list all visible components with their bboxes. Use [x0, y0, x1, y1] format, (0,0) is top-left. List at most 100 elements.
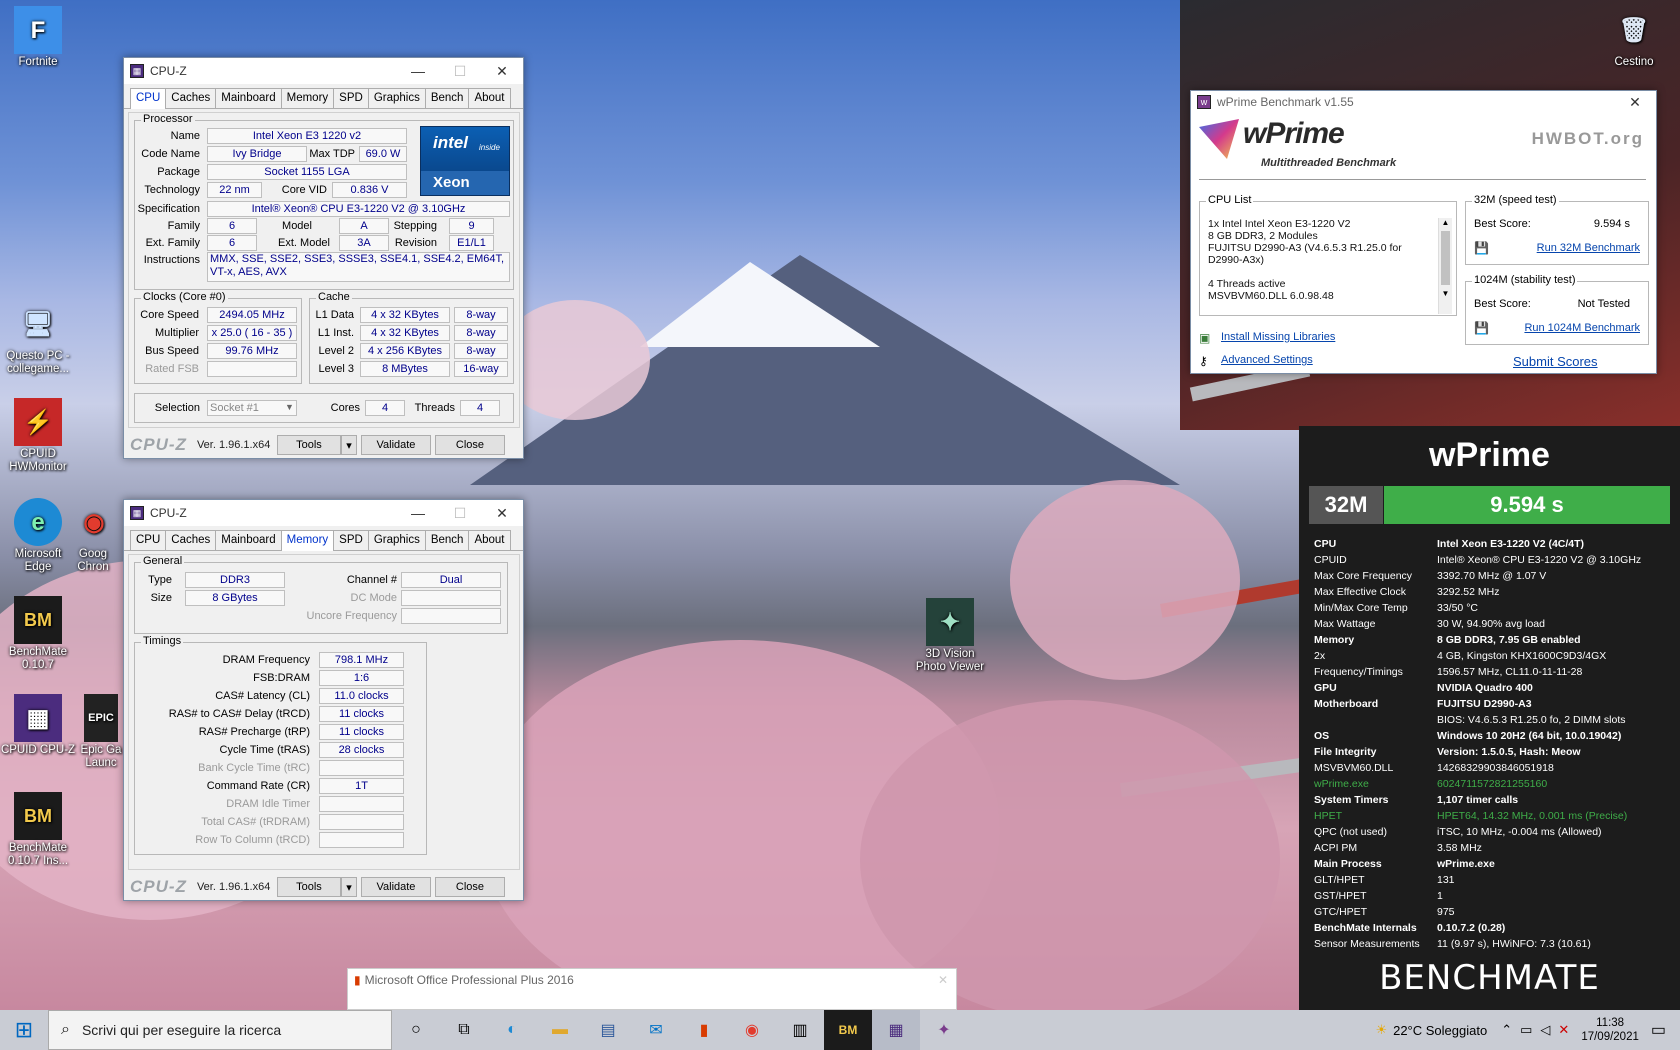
tools-dropdown-button[interactable]: ▾ — [340, 877, 357, 897]
tab-caches[interactable]: Caches — [165, 88, 217, 108]
close-icon[interactable]: ✕ — [938, 973, 948, 987]
maximize-button[interactable]: ☐ — [439, 63, 481, 80]
close-window-button[interactable]: ✕ — [481, 505, 523, 522]
scroll-up-icon[interactable]: ▲ — [1439, 218, 1452, 227]
close-window-button[interactable]: ✕ — [481, 63, 523, 80]
desktop-icon-3d-vision[interactable]: ✦ 3D Vision Photo Viewer — [912, 598, 988, 674]
tab-spd[interactable]: SPD — [333, 88, 369, 108]
close-button[interactable]: Close — [434, 877, 505, 897]
cpuz-taskbar-icon[interactable]: ▦ — [872, 1010, 920, 1050]
desktop-icon-epic[interactable]: EPIC Epic Ga Launc — [78, 694, 124, 770]
ext-model-label: Ext. Model — [278, 237, 330, 249]
tab-caches[interactable]: Caches — [165, 530, 217, 550]
store-icon[interactable]: ▤ — [584, 1010, 632, 1050]
tab-bench[interactable]: Bench — [424, 88, 470, 108]
ext-family-value: 6 — [207, 235, 257, 251]
save-icon[interactable]: 💾 — [1474, 321, 1489, 335]
advanced-settings-link[interactable]: Advanced Settings — [1221, 354, 1313, 366]
tab-memory[interactable]: Memory — [280, 88, 335, 108]
title-bar: ▦ CPU-Z — ☐ ✕ — [124, 500, 523, 526]
benchmate-taskbar-icon[interactable]: BM — [824, 1010, 872, 1050]
tab-cpu[interactable]: CPU — [130, 530, 167, 550]
submit-scores-link[interactable]: Submit Scores — [1513, 354, 1598, 369]
windows-start-button[interactable]: ⊞ — [0, 1010, 48, 1050]
cortana-icon[interactable]: ○ — [392, 1010, 440, 1050]
detail-label: System Timers — [1314, 794, 1389, 806]
desktop-icon-benchmate-installer[interactable]: BM BenchMate 0.10.7 Ins... — [0, 792, 76, 868]
cores-label: Cores — [330, 402, 360, 414]
volume-icon[interactable]: ◁ — [1540, 1022, 1550, 1038]
clock[interactable]: 11:38 17/09/2021 — [1581, 1016, 1639, 1044]
detail-label: Frequency/Timings — [1314, 666, 1403, 678]
tab-about[interactable]: About — [468, 88, 511, 108]
run-32m-benchmark-link[interactable]: Run 32M Benchmark — [1537, 242, 1640, 254]
desktop-icon-edge[interactable]: e Microsoft Edge — [0, 498, 76, 574]
desktop-icon-fortnite[interactable]: F Fortnite — [0, 6, 76, 69]
weather-text[interactable]: 22°C Soleggiato — [1393, 1023, 1487, 1038]
best-score-label: Best Score: — [1474, 218, 1531, 230]
tab-mainboard[interactable]: Mainboard — [215, 88, 282, 108]
edge-icon: e — [14, 498, 62, 546]
tab-bench[interactable]: Bench — [424, 530, 470, 550]
type-label: Type — [148, 574, 172, 586]
notification-center-icon[interactable]: ▭ — [1651, 1020, 1666, 1040]
desktop-icon-benchmate[interactable]: BM BenchMate 0.10.7 — [0, 596, 76, 672]
office-taskbar-icon[interactable]: ▮ — [680, 1010, 728, 1050]
detail-value: 6024711572821255160 — [1437, 778, 1548, 790]
tools-dropdown-button[interactable]: ▾ — [340, 435, 357, 455]
validate-button[interactable]: Validate — [360, 877, 431, 897]
timings-group-label: Timings — [141, 635, 184, 647]
task-view-icon[interactable]: ⧉ — [440, 1010, 488, 1050]
tab-memory[interactable]: Memory — [280, 530, 335, 551]
validate-button[interactable]: Validate — [360, 435, 431, 455]
wprime-taskbar-icon[interactable]: ✦ — [920, 1010, 968, 1050]
scroll-down-icon[interactable]: ▼ — [1439, 289, 1452, 298]
close-window-button[interactable]: ✕ — [1614, 94, 1656, 111]
tab-cpu[interactable]: CPU — [130, 88, 167, 109]
desktop-icon-recycle-bin[interactable]: 🗑 Cestino — [1596, 6, 1672, 69]
cpu-list-line: FUJITSU D2990-A3 (V4.6.5.3 R1.25.0 for D… — [1208, 242, 1402, 266]
tools-button[interactable]: Tools — [276, 877, 341, 897]
tab-mainboard[interactable]: Mainboard — [215, 530, 282, 550]
minimize-button[interactable]: — — [397, 63, 439, 80]
save-icon[interactable]: 💾 — [1474, 241, 1489, 255]
search-box[interactable]: ⌕ Scrivi qui per eseguire la ricerca — [48, 1010, 392, 1050]
desktop-icon-hwmonitor[interactable]: ⚡ CPUID HWMonitor — [0, 398, 76, 474]
tab-about[interactable]: About — [468, 530, 511, 550]
tab-graphics[interactable]: Graphics — [367, 88, 426, 108]
clock-time: 11:38 — [1596, 1017, 1625, 1029]
desktop-icon-cpuz[interactable]: ▦ CPUID CPU-Z — [0, 694, 76, 757]
socket-select[interactable]: Socket #1 — [207, 400, 297, 416]
timing-value — [319, 832, 404, 848]
detail-label: Memory — [1314, 634, 1355, 646]
cpuz-logo: CPU-Z — [130, 435, 187, 454]
scroll-thumb[interactable] — [1441, 231, 1450, 285]
maximize-button[interactable]: ☐ — [439, 505, 481, 522]
tab-graphics[interactable]: Graphics — [367, 530, 426, 550]
window-title: wPrime Benchmark v1.55 — [1217, 95, 1354, 109]
cpu-list-line: MSVBVM60.DLL 6.0.98.48 — [1208, 290, 1334, 302]
clocks-group: Clocks (Core #0) Core Speed 2494.05 MHz … — [134, 291, 302, 384]
cpu-list-scrollbar[interactable]: ▲ ▼ — [1438, 218, 1452, 314]
desktop-icon-chrome[interactable]: ◉ Goog Chron — [70, 498, 116, 574]
detail-label: GPU — [1314, 682, 1337, 694]
install-missing-libraries-link[interactable]: Install Missing Libraries — [1221, 331, 1335, 343]
mute-icon[interactable]: ✕ — [1558, 1022, 1569, 1038]
run-1024m-benchmark-link[interactable]: Run 1024M Benchmark — [1524, 322, 1640, 334]
network-icon[interactable]: ▭ — [1520, 1022, 1532, 1038]
close-button[interactable]: Close — [434, 435, 505, 455]
chrome-taskbar-icon[interactable]: ◉ — [728, 1010, 776, 1050]
tools-button[interactable]: Tools — [276, 435, 341, 455]
chevron-up-icon[interactable]: ⌃ — [1501, 1022, 1512, 1038]
timing-value: 798.1 MHz — [319, 652, 404, 668]
file-explorer-icon[interactable]: ▬ — [536, 1010, 584, 1050]
office-notification[interactable]: ▮ Microsoft Office Professional Plus 2016… — [347, 968, 957, 1010]
minimize-button[interactable]: — — [397, 505, 439, 522]
mail-icon[interactable]: ✉ — [632, 1010, 680, 1050]
title-bar: ▦ CPU-Z — ☐ ✕ — [124, 58, 523, 84]
hwinfo-taskbar-icon[interactable]: ▥ — [776, 1010, 824, 1050]
tab-spd[interactable]: SPD — [333, 530, 369, 550]
max-tdp-value: 69.0 W — [359, 146, 407, 162]
desktop-icon-this-pc[interactable]: 🖥 Questo PC - collegame... — [0, 300, 76, 376]
edge-taskbar-icon[interactable]: ◐ — [488, 1010, 536, 1050]
